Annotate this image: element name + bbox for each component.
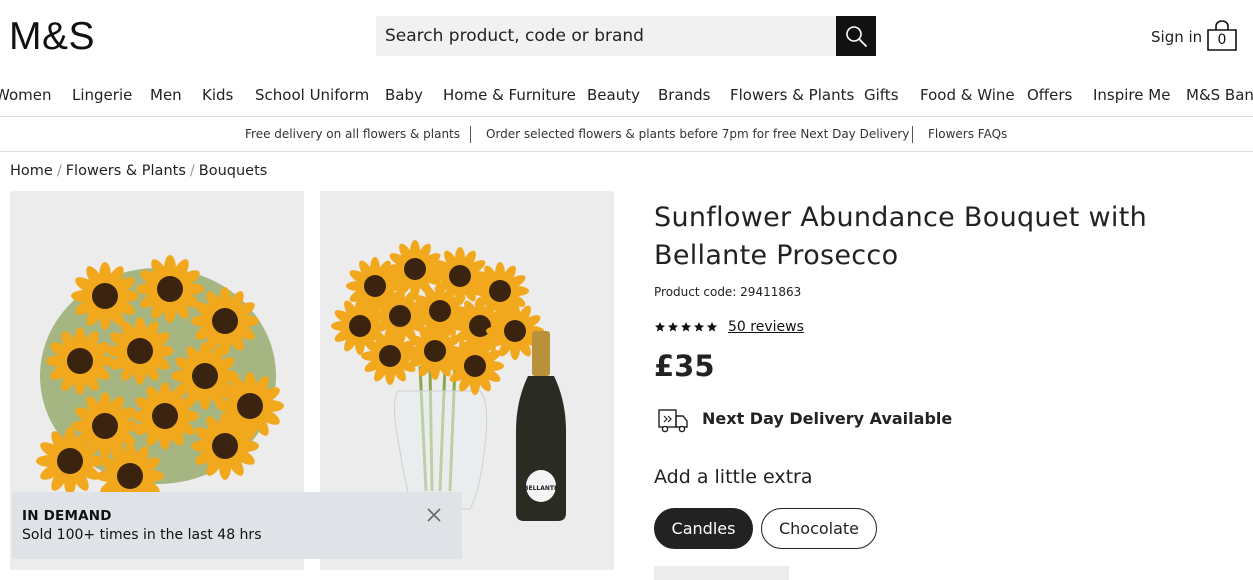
in-demand-banner: IN DEMAND Sold 100+ times in the last 48… <box>12 492 462 559</box>
extra-product-card[interactable] <box>654 566 789 580</box>
sign-in-link[interactable]: Sign in <box>1151 28 1202 46</box>
product-price: £35 <box>654 349 715 383</box>
star-icon <box>681 322 691 332</box>
promo-divider <box>912 126 913 143</box>
in-demand-title: IN DEMAND <box>22 508 112 524</box>
site-header: M&S Sign in 0 <box>0 0 1253 72</box>
nav-item-gifts[interactable]: Gifts <box>864 86 899 104</box>
nav-item-home-furniture[interactable]: Home & Furniture <box>443 86 576 104</box>
breadcrumb-separator: / <box>56 163 62 179</box>
nav-item-women[interactable]: Women <box>0 86 51 104</box>
promo-free-delivery: Free delivery on all flowers & plants <box>245 127 461 141</box>
nav-item-school-uniform[interactable]: School Uniform <box>255 86 369 104</box>
promo-flowers-faqs-link[interactable]: Flowers FAQs <box>928 127 1007 141</box>
nav-item-baby[interactable]: Baby <box>385 86 423 104</box>
rating-stars <box>654 321 718 333</box>
star-icon <box>655 322 665 332</box>
search-button[interactable] <box>836 16 876 56</box>
basket-count: 0 <box>1217 32 1227 48</box>
product-code: Product code: 29411863 <box>654 285 802 299</box>
nav-item-offers[interactable]: Offers <box>1027 86 1072 104</box>
in-demand-text: Sold 100+ times in the last 48 hrs <box>22 527 262 543</box>
search-icon <box>846 26 867 47</box>
bottle-label: BELLANTE <box>524 485 558 492</box>
breadcrumb-home[interactable]: Home <box>10 163 53 179</box>
star-icon <box>707 322 717 332</box>
star-icon <box>668 322 678 332</box>
breadcrumb-flowers-plants[interactable]: Flowers & Plants <box>66 163 186 179</box>
promo-strip: Free delivery on all flowers & plants Or… <box>0 116 1253 152</box>
extra-option-chocolate[interactable]: Chocolate <box>761 508 877 549</box>
ms-logo[interactable]: M&S <box>9 17 95 57</box>
promo-next-day: Order selected flowers & plants before 7… <box>486 127 910 141</box>
basket-button[interactable]: 0 <box>1205 20 1239 52</box>
nav-item-inspire-me[interactable]: Inspire Me <box>1093 86 1170 104</box>
main-nav: Women Lingerie Men Kids School Uniform B… <box>0 84 1253 108</box>
search-input[interactable] <box>376 16 836 56</box>
nav-item-ms-bank[interactable]: M&S Bank <box>1186 86 1253 104</box>
delivery-availability: Next Day Delivery Available <box>702 409 953 428</box>
breadcrumb-bouquets[interactable]: Bouquets <box>199 163 268 179</box>
promo-divider <box>470 126 471 143</box>
nav-item-men[interactable]: Men <box>150 86 182 104</box>
search-bar <box>376 16 876 56</box>
nav-item-beauty[interactable]: Beauty <box>587 86 640 104</box>
product-title: Sunflower Abundance Bouquet with Bellant… <box>654 202 1148 271</box>
nav-item-brands[interactable]: Brands <box>658 86 711 104</box>
reviews-link[interactable]: 50 reviews <box>728 319 804 335</box>
star-icon <box>694 322 704 332</box>
nav-item-kids[interactable]: Kids <box>202 86 233 104</box>
nav-item-lingerie[interactable]: Lingerie <box>72 86 132 104</box>
nav-item-food-wine[interactable]: Food & Wine <box>920 86 1015 104</box>
nav-item-flowers-plants[interactable]: Flowers & Plants <box>730 86 854 104</box>
breadcrumb: Home / Flowers & Plants / Bouquets <box>10 163 267 179</box>
breadcrumb-separator: / <box>189 163 195 179</box>
close-icon[interactable] <box>426 507 442 523</box>
extras-heading: Add a little extra <box>654 466 813 488</box>
delivery-truck-icon <box>658 409 688 433</box>
extra-option-candles[interactable]: Candles <box>654 508 753 549</box>
prosecco-bottle: BELLANTE <box>516 331 566 521</box>
